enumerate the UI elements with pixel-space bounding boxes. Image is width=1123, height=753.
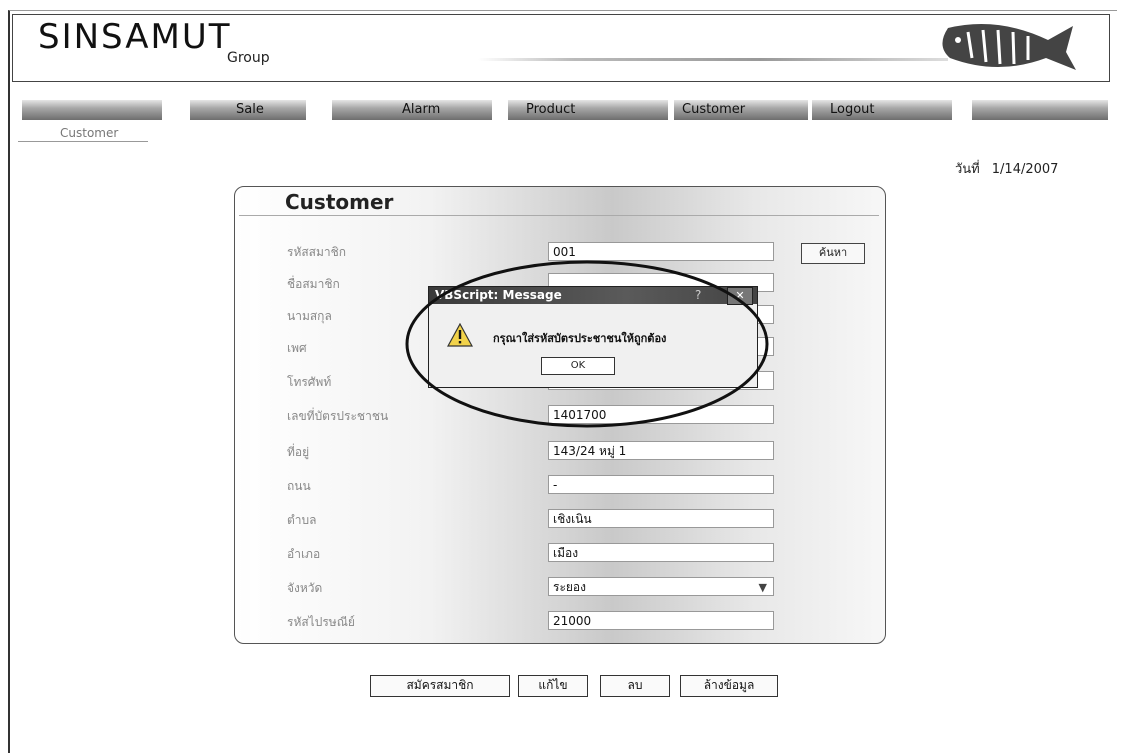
nav-item-product[interactable]: Product xyxy=(508,100,668,120)
subdistrict-input[interactable]: เชิงเนิน xyxy=(548,509,774,528)
phone-label: โทรศัพท์ xyxy=(287,375,332,389)
nav-item-sale[interactable]: Sale xyxy=(190,100,306,120)
district-input[interactable]: เมือง xyxy=(548,543,774,562)
date-display: วันที่ 1/14/2007 xyxy=(955,158,1058,179)
road-label: ถนน xyxy=(287,479,311,493)
highlight-ellipse xyxy=(405,260,769,428)
nav-item-label: Logout xyxy=(830,102,875,117)
province-select[interactable]: ระยอง ▼ xyxy=(548,577,774,596)
surname-label: นามสกุล xyxy=(287,309,332,323)
member-name-label: ชื่อสมาชิก xyxy=(287,277,340,291)
search-button[interactable]: ค้นหา xyxy=(801,243,865,264)
clear-button[interactable]: ล้างข้อมูล xyxy=(680,675,778,697)
breadcrumb: Customer xyxy=(60,126,119,140)
nav-item-label: Product xyxy=(526,102,576,117)
nav-item-label: Sale xyxy=(236,102,264,117)
panel-divider xyxy=(239,215,879,216)
postcode-label: รหัสไปรษณีย์ xyxy=(287,615,355,629)
nav-item-customer[interactable]: Customer xyxy=(674,100,808,120)
register-button[interactable]: สมัครสมาชิก xyxy=(370,675,510,697)
edit-button[interactable]: แก้ไข xyxy=(518,675,588,697)
brand-sub: Group xyxy=(227,50,270,66)
address-label: ที่อยู่ xyxy=(287,445,310,459)
main-nav: Sale Alarm Product Customer Logout xyxy=(22,100,1108,120)
brand-name: SINSAMUT xyxy=(38,17,232,57)
nav-item-logout[interactable]: Logout xyxy=(812,100,952,120)
member-id-label: รหัสสมาชิก xyxy=(287,245,347,259)
header-divider xyxy=(478,58,948,61)
subdistrict-label: ตำบล xyxy=(287,513,317,527)
province-label: จังหวัด xyxy=(287,581,323,595)
nav-bar-segment xyxy=(972,100,1108,120)
date-value: 1/14/2007 xyxy=(991,162,1059,177)
nav-item-label: Customer xyxy=(682,102,746,117)
nav-bar-segment xyxy=(22,100,162,120)
delete-button[interactable]: ลบ xyxy=(600,675,670,697)
panel-title: Customer xyxy=(285,190,394,214)
gender-label: เพศ xyxy=(287,341,307,355)
postcode-input[interactable]: 21000 xyxy=(548,611,774,630)
nav-item-alarm[interactable]: Alarm xyxy=(332,100,492,120)
chevron-down-icon: ▼ xyxy=(758,581,767,594)
district-label: อำเภอ xyxy=(287,547,321,561)
address-input[interactable]: 143/24 หมู่ 1 xyxy=(548,441,774,460)
breadcrumb-divider xyxy=(18,141,148,142)
id-card-label: เลขที่บัตรประชาชน xyxy=(287,409,389,423)
fish-logo-icon xyxy=(942,24,1076,70)
road-input[interactable]: - xyxy=(548,475,774,494)
province-value: ระยอง xyxy=(553,580,586,594)
date-label: วันที่ xyxy=(955,162,980,177)
nav-item-label: Alarm xyxy=(402,102,441,117)
